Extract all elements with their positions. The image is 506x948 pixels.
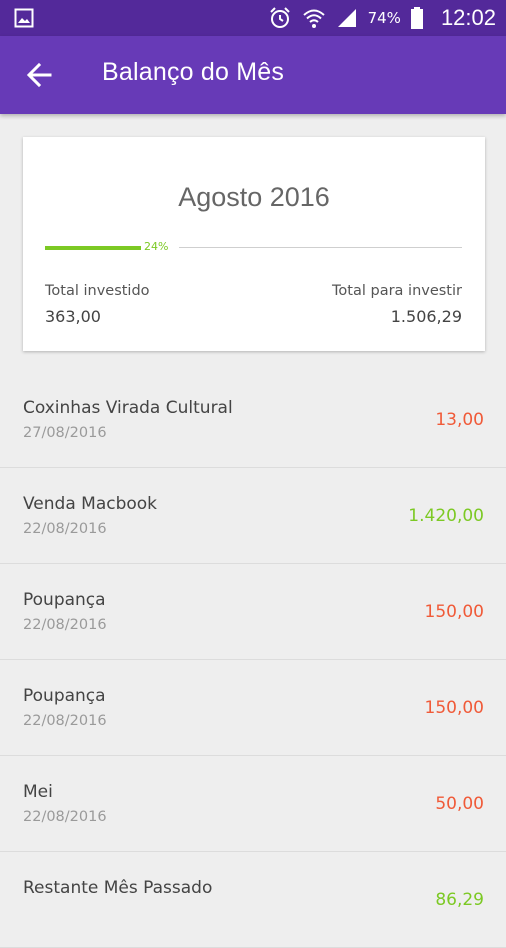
clock: 12:02 [440,5,496,30]
transaction-row[interactable]: Mei 22/08/2016 50,00 [0,756,506,852]
transaction-date: 22/08/2016 [23,617,107,633]
transaction-row[interactable]: Venda Macbook 22/08/2016 1.420,00 [0,468,506,564]
status-icons: 74% 12:02 [268,0,496,36]
transaction-name: Poupança [23,686,106,706]
month-title: Agosto 2016 [178,182,330,212]
progress-percent-label: 24% [144,240,169,253]
signal-icon [337,9,356,27]
transaction-row[interactable]: Coxinhas Virada Cultural 27/08/2016 13,0… [0,372,506,468]
month-summary-card: Agosto 2016 24% Total investido 363,00 T… [23,137,485,351]
gallery-icon [14,8,34,28]
battery-level: 74% [367,9,401,27]
transaction-row[interactable]: Poupança 22/08/2016 150,00 [0,660,506,756]
transaction-name: Venda Macbook [23,494,158,514]
transaction-amount: 13,00 [435,410,484,430]
alarm-icon [269,7,290,28]
progress-track [179,247,462,248]
transaction-name: Restante Mês Passado [23,878,213,898]
transaction-amount: 86,29 [435,890,484,910]
page-title: Balanço do Mês [102,58,285,86]
transaction-amount: 150,00 [424,698,484,718]
status-bar: 74% 12:02 [0,0,506,36]
transaction-amount: 150,00 [424,602,484,622]
transaction-amount: 50,00 [435,794,484,814]
wifi-icon [302,9,325,28]
total-to-invest-value: 1.506,29 [390,307,462,326]
total-invested-value: 363,00 [45,307,101,326]
transaction-row[interactable]: Restante Mês Passado 86,29 [0,852,506,948]
total-invested-label: Total investido [45,283,150,299]
transaction-name: Coxinhas Virada Cultural [23,398,233,418]
app-bar: Balanço do Mês [0,36,506,114]
transaction-row[interactable]: Poupança 22/08/2016 150,00 [0,564,506,660]
transaction-date: 27/08/2016 [23,425,107,441]
transaction-date: 22/08/2016 [23,809,107,825]
transaction-date: 22/08/2016 [23,521,107,537]
investment-progress-bar [45,246,141,250]
battery-icon [410,7,423,29]
transaction-date: 22/08/2016 [23,713,107,729]
transaction-list: Coxinhas Virada Cultural 27/08/2016 13,0… [0,372,506,948]
transaction-name: Poupança [23,590,106,610]
back-arrow-icon[interactable] [22,58,56,92]
transaction-amount: 1.420,00 [408,506,484,526]
transaction-name: Mei [23,782,53,802]
total-to-invest-label: Total para investir [332,283,462,299]
